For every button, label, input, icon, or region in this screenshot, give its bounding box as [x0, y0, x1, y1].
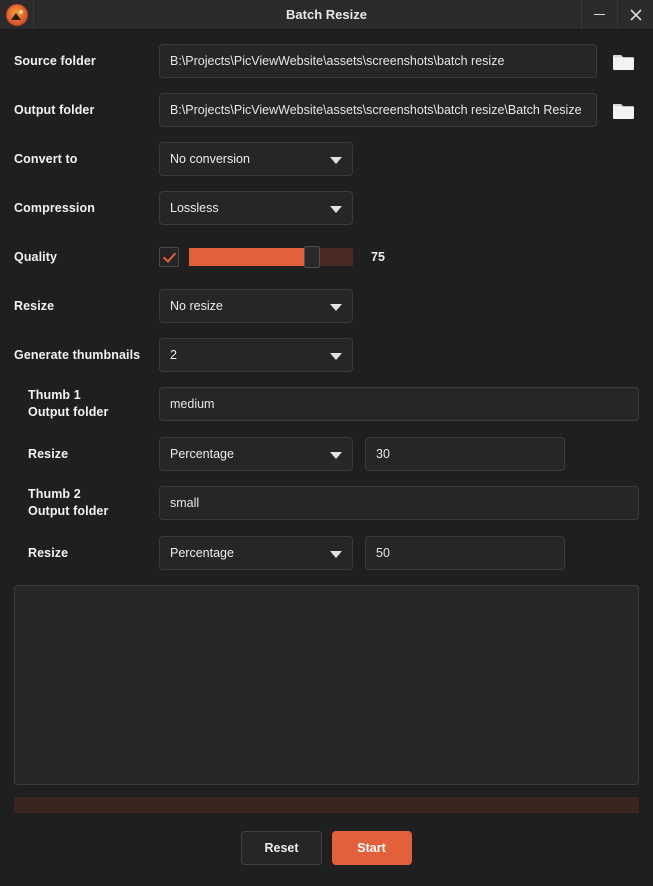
compression-select[interactable]: Lossless	[159, 191, 353, 225]
chevron-down-icon	[330, 206, 342, 213]
resize-value: No resize	[170, 299, 223, 313]
quality-slider-handle[interactable]	[304, 246, 320, 268]
convert-to-value: No conversion	[170, 152, 250, 166]
picview-logo-icon	[5, 3, 28, 26]
reset-button[interactable]: Reset	[241, 831, 322, 865]
quality-slider[interactable]	[189, 246, 353, 268]
generate-thumbnails-value: 2	[170, 348, 177, 362]
thumb-1-resize-label: Resize	[28, 447, 69, 461]
title-bar: Batch Resize	[0, 0, 653, 30]
quality-checkbox[interactable]	[159, 247, 179, 267]
source-folder-input[interactable]: B:\Projects\PicViewWebsite\assets\screen…	[159, 44, 597, 78]
source-folder-label: Source folder	[14, 54, 96, 68]
close-button[interactable]	[617, 0, 653, 29]
resize-row: Resize No resize	[14, 289, 639, 323]
compression-row: Compression Lossless	[14, 191, 639, 225]
window-title: Batch Resize	[286, 7, 367, 22]
log-output-panel[interactable]	[14, 585, 639, 785]
thumb-1-resize-row: Resize Percentage 30	[14, 437, 639, 471]
quality-label: Quality	[14, 250, 58, 264]
generate-thumbnails-label: Generate thumbnails	[14, 348, 141, 362]
chevron-down-icon	[330, 452, 342, 459]
close-icon	[629, 8, 642, 21]
resize-label: Resize	[14, 299, 55, 313]
thumb-2-resize-mode-value: Percentage	[170, 546, 234, 560]
start-button[interactable]: Start	[331, 831, 412, 865]
source-folder-row: Source folder B:\Projects\PicViewWebsite…	[14, 44, 639, 78]
thumb-1-resize-value-input[interactable]: 30	[365, 437, 565, 471]
window-controls	[581, 0, 653, 29]
convert-to-label: Convert to	[14, 152, 78, 166]
convert-to-select[interactable]: No conversion	[159, 142, 353, 176]
compression-label: Compression	[14, 201, 95, 215]
convert-to-row: Convert to No conversion	[14, 142, 639, 176]
footer-actions: Reset Start	[14, 831, 639, 865]
thumb-2-title: Thumb 2	[28, 487, 81, 501]
quality-slider-fill	[189, 248, 312, 266]
output-folder-label: Output folder	[14, 103, 95, 117]
chevron-down-icon	[330, 304, 342, 311]
thumb-2-label: Thumb 2 Output folder	[14, 486, 159, 520]
chevron-down-icon	[330, 353, 342, 360]
thumb-2-resize-mode-select[interactable]: Percentage	[159, 536, 353, 570]
generate-thumbnails-row: Generate thumbnails 2	[14, 338, 639, 372]
minimize-button[interactable]	[581, 0, 617, 29]
thumb-2-folder-row: Thumb 2 Output folder small	[14, 486, 639, 520]
source-folder-browse-button[interactable]	[609, 46, 639, 76]
progress-bar	[14, 797, 639, 813]
resize-select[interactable]: No resize	[159, 289, 353, 323]
thumb-1-folder-input[interactable]: medium	[159, 387, 639, 421]
thumb-1-subtitle: Output folder	[28, 405, 109, 419]
output-folder-browse-button[interactable]	[609, 95, 639, 125]
thumb-1-title: Thumb 1	[28, 388, 81, 402]
batch-resize-window: Batch Resize Source folder B:\Projects\P…	[0, 0, 653, 886]
compression-value: Lossless	[170, 201, 219, 215]
thumb-1-resize-mode-value: Percentage	[170, 447, 234, 461]
thumb-2-subtitle: Output folder	[28, 504, 109, 518]
folder-icon	[613, 103, 634, 119]
thumb-2-resize-value-input[interactable]: 50	[365, 536, 565, 570]
quality-row: Quality 75	[14, 240, 639, 274]
generate-thumbnails-select[interactable]: 2	[159, 338, 353, 372]
thumb-2-resize-label: Resize	[28, 546, 69, 560]
form-content: Source folder B:\Projects\PicViewWebsite…	[0, 30, 653, 886]
folder-icon	[613, 54, 634, 70]
output-folder-row: Output folder B:\Projects\PicViewWebsite…	[14, 93, 639, 127]
app-icon-container	[0, 0, 34, 29]
output-folder-input[interactable]: B:\Projects\PicViewWebsite\assets\screen…	[159, 93, 597, 127]
thumb-2-folder-input[interactable]: small	[159, 486, 639, 520]
minimize-icon	[594, 13, 605, 16]
thumb-1-folder-row: Thumb 1 Output folder medium	[14, 387, 639, 421]
thumb-1-resize-mode-select[interactable]: Percentage	[159, 437, 353, 471]
chevron-down-icon	[330, 157, 342, 164]
thumb-2-resize-row: Resize Percentage 50	[14, 536, 639, 570]
quality-value: 75	[371, 250, 385, 264]
chevron-down-icon	[330, 551, 342, 558]
thumb-1-label: Thumb 1 Output folder	[14, 387, 159, 421]
